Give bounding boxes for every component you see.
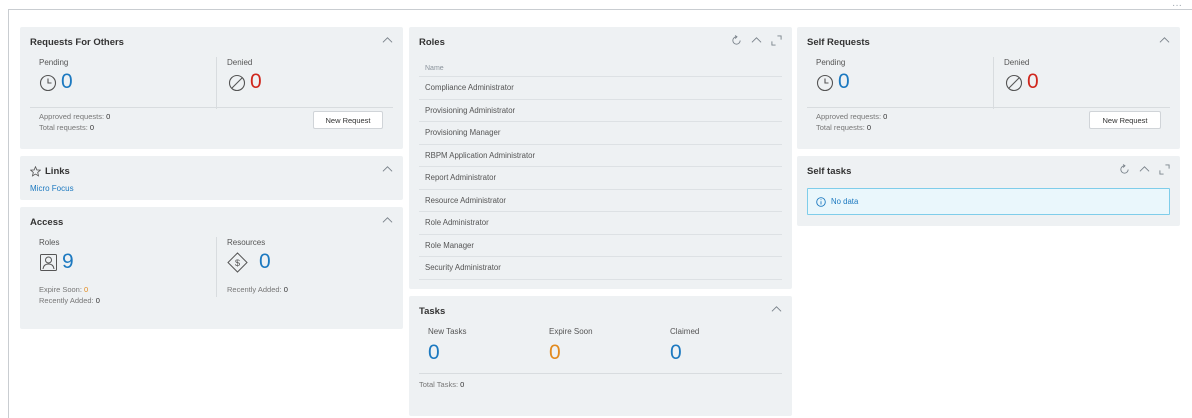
- links-card: Links Micro Focus: [20, 156, 403, 200]
- self-requests-card: Self Requests Pending 0 Denied 0 Approve…: [797, 27, 1180, 149]
- card-title: Tasks: [419, 306, 446, 317]
- card-title: Access: [30, 217, 64, 228]
- collapse-icon[interactable]: [770, 303, 782, 315]
- denied-icon: [228, 74, 246, 92]
- card-title: Self Requests: [807, 37, 870, 48]
- collapse-icon[interactable]: [1158, 34, 1170, 46]
- card-title: Self tasks: [807, 166, 852, 177]
- star-icon: [30, 166, 41, 177]
- collapse-icon[interactable]: [381, 163, 393, 175]
- denied-icon: [1005, 74, 1023, 92]
- table-row[interactable]: Security Administrator: [419, 257, 782, 280]
- expand-icon[interactable]: [1158, 163, 1170, 175]
- card-title: Requests For Others: [30, 37, 124, 48]
- roles-count[interactable]: 9: [62, 251, 74, 273]
- new-tasks-label: New Tasks: [428, 327, 467, 336]
- pending-label: Pending: [39, 58, 69, 67]
- access-card: Access Roles 9 Resources $ 0 Expire Soon…: [20, 207, 403, 329]
- refresh-icon[interactable]: [730, 34, 742, 46]
- table-row[interactable]: Provisioning Administrator: [419, 100, 782, 122]
- requests-for-others-card: Requests For Others Pending 0 Denied 0 A…: [20, 27, 403, 149]
- denied-label: Denied: [1004, 58, 1030, 67]
- expire-soon-label: Expire Soon: [549, 327, 593, 336]
- role-icon: [40, 254, 57, 271]
- denied-count[interactable]: 0: [250, 71, 262, 93]
- clock-icon: [816, 74, 834, 92]
- expire-soon-count[interactable]: 0: [549, 342, 561, 364]
- info-icon: [816, 196, 826, 207]
- table-row[interactable]: Compliance Administrator: [419, 77, 782, 100]
- collapse-icon[interactable]: [381, 34, 393, 46]
- table-row[interactable]: Resource Administrator: [419, 190, 782, 212]
- table-row[interactable]: Role Administrator: [419, 212, 782, 235]
- pending-label: Pending: [816, 58, 846, 67]
- table-row[interactable]: RBPM Application Administrator: [419, 145, 782, 167]
- resources-count[interactable]: 0: [259, 251, 271, 273]
- no-data-alert: No data: [807, 188, 1170, 215]
- tasks-card: Tasks New Tasks 0 Expire Soon 0 Claimed …: [409, 296, 792, 416]
- no-data-text: No data: [831, 197, 859, 206]
- expire-soon: Expire Soon: 0: [39, 285, 89, 294]
- denied-label: Denied: [227, 58, 253, 67]
- link-micro-focus[interactable]: Micro Focus: [30, 184, 74, 193]
- new-request-button[interactable]: New Request: [313, 111, 383, 129]
- column-header-name[interactable]: Name: [419, 60, 782, 77]
- card-title: Links: [45, 166, 70, 177]
- refresh-icon[interactable]: [1118, 163, 1130, 175]
- table-row[interactable]: Report Administrator: [419, 167, 782, 190]
- pending-count[interactable]: 0: [838, 71, 850, 93]
- clock-icon: [39, 74, 57, 92]
- total-tasks: Total Tasks: 0: [419, 380, 465, 389]
- more-options-icon[interactable]: ···: [1172, 0, 1182, 11]
- expand-icon[interactable]: [770, 34, 782, 46]
- roles-card: Roles Name Compliance Administrator Prov…: [409, 27, 792, 289]
- claimed-count[interactable]: 0: [670, 342, 682, 364]
- svg-text:$: $: [235, 258, 240, 268]
- collapse-icon[interactable]: [750, 34, 762, 46]
- total-requests: Total requests: 0: [816, 123, 872, 132]
- claimed-label: Claimed: [670, 327, 700, 336]
- denied-count[interactable]: 0: [1027, 71, 1039, 93]
- resource-icon: $: [227, 252, 248, 273]
- new-tasks-count[interactable]: 0: [428, 342, 440, 364]
- resources-recently-added: Recently Added: 0: [227, 285, 288, 294]
- pending-count[interactable]: 0: [61, 71, 73, 93]
- roles-table: Name Compliance Administrator Provisioni…: [419, 60, 782, 280]
- roles-label: Roles: [39, 238, 60, 247]
- collapse-icon[interactable]: [1138, 163, 1150, 175]
- recently-added: Recently Added: 0: [39, 296, 100, 305]
- new-request-button[interactable]: New Request: [1089, 111, 1161, 129]
- approved-requests: Approved requests: 0: [816, 112, 888, 121]
- resources-label: Resources: [227, 238, 266, 247]
- approved-requests: Approved requests: 0: [39, 112, 111, 121]
- card-title: Roles: [419, 37, 445, 48]
- self-tasks-card: Self tasks No data: [797, 156, 1180, 226]
- total-requests: Total requests: 0: [39, 123, 95, 132]
- collapse-icon[interactable]: [381, 214, 393, 226]
- table-row[interactable]: Role Manager: [419, 235, 782, 257]
- table-row[interactable]: Provisioning Manager: [419, 122, 782, 145]
